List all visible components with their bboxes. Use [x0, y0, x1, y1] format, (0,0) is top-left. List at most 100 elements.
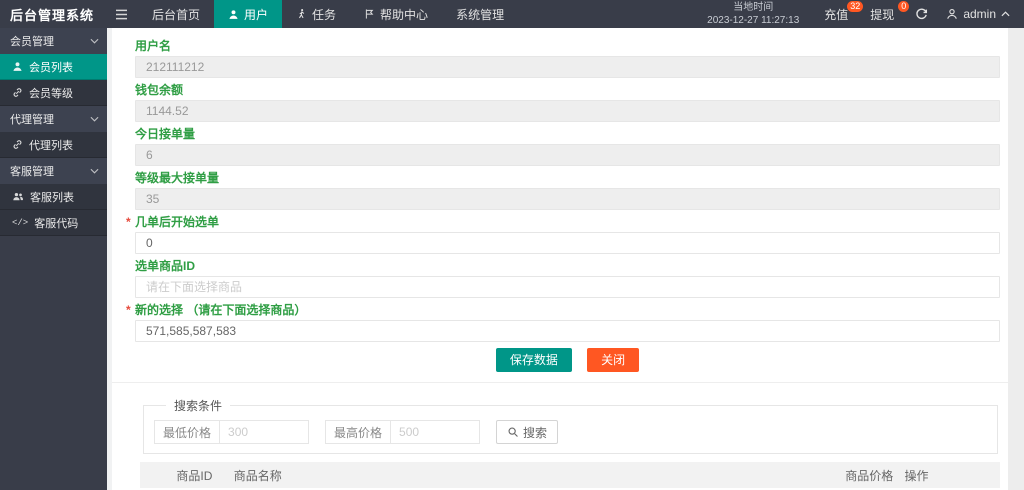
field-label: * 新的选择 （请在下面选择商品）: [126, 303, 307, 317]
topnav-item-label: 系统管理: [456, 7, 505, 22]
sidebar-item[interactable]: 代理列表: [0, 132, 107, 158]
app-title: 后台管理系统: [10, 7, 95, 23]
topnav-item-label: 帮助中心: [380, 7, 429, 22]
field-label: * 几单后开始选单: [126, 215, 220, 229]
person-icon: [12, 61, 23, 72]
form-field: 钱包余额: [135, 84, 1000, 122]
sidebar-item-label: 客服管理: [10, 166, 54, 178]
hamburger-icon[interactable]: [104, 0, 138, 28]
table-header-cell: 商品价格: [845, 468, 894, 483]
topnav: 后台首页 用户 任务 帮助中心 系统管理: [138, 0, 518, 28]
form-field: * 新的选择 （请在下面选择商品）: [126, 303, 1000, 342]
close-button[interactable]: 关闭: [587, 348, 640, 372]
local-time: 当地时间 2023-12-27 11:27:13: [707, 1, 799, 27]
table-header-cell: 操作: [904, 468, 929, 483]
search-legend: 搜索条件: [174, 399, 223, 413]
withdraw-button[interactable]: 提现 0: [859, 0, 910, 28]
local-time-value: 2023-12-27 11:27:13: [707, 15, 800, 26]
chevron-up-icon: [1001, 11, 1010, 17]
field-label: 钱包余额: [135, 83, 184, 97]
field-label: 等级最大接单量: [135, 171, 220, 185]
field-input: [135, 56, 1000, 78]
field-label: 用户名: [135, 39, 172, 53]
max-price-input[interactable]: [391, 421, 480, 443]
user-edit-form: 用户名钱包余额今日接单量等级最大接单量 *几单后开始选单选单商品ID *新的选择 （…: [126, 40, 1000, 342]
users-icon: [12, 191, 24, 202]
sidebar-item-label: 会员等级: [29, 87, 73, 100]
topnav-item-label: 用户: [244, 7, 269, 22]
form-field: 今日接单量: [135, 128, 1000, 166]
recharge-label: 充值: [824, 7, 849, 22]
form-field: 选单商品ID: [135, 260, 1000, 298]
section-divider: [112, 382, 1008, 383]
link-icon: [12, 87, 23, 98]
local-time-label: 当地时间: [733, 2, 774, 13]
scrollbar-track[interactable]: [1008, 28, 1024, 490]
sidebar-item-label: 代理管理: [10, 114, 54, 126]
min-price-label: 最低价格: [155, 421, 221, 443]
user-menu[interactable]: admin: [938, 7, 1024, 21]
field-input[interactable]: [135, 232, 1000, 254]
link-icon: [12, 139, 23, 150]
search-row: 最低价格 最高价格 搜索: [154, 420, 987, 444]
table-header-cell: 商品ID: [176, 468, 213, 483]
sidebar-item[interactable]: 客服管理: [0, 158, 107, 184]
topnav-item[interactable]: 帮助中心: [350, 0, 442, 28]
min-price-group: 最低价格: [154, 420, 310, 444]
sidebar-item-label: 会员列表: [29, 61, 73, 74]
walk-icon: [296, 8, 307, 20]
user-icon: [946, 8, 958, 20]
topnav-item[interactable]: 任务: [282, 0, 350, 28]
product-table: 商品ID商品名称商品价格操作✓571Asahi Ryokan 1D1N1.00替…: [140, 462, 1000, 490]
field-input: [135, 100, 1000, 122]
search-button[interactable]: 搜索: [496, 420, 559, 444]
username: admin: [963, 7, 996, 21]
field-label: 选单商品ID: [135, 259, 196, 273]
chevron-down-icon: [90, 168, 99, 174]
topnav-item-label: 后台首页: [152, 7, 201, 22]
topnav-item[interactable]: 后台首页: [138, 0, 214, 28]
topnav-item[interactable]: 系统管理: [442, 0, 518, 28]
form-field: * 几单后开始选单: [126, 215, 1000, 254]
sidebar-item-label: 代理列表: [29, 139, 73, 152]
sidebar-item-label: 客服代码: [34, 217, 79, 230]
sidebar-item[interactable]: 会员管理: [0, 28, 107, 54]
topnav-item-label: 任务: [312, 7, 337, 22]
field-label: 今日接单量: [135, 127, 196, 141]
sidebar-item[interactable]: 会员列表: [0, 54, 107, 80]
form-field: 用户名: [135, 40, 1000, 78]
topbar: 后台管理系统 后台首页 用户 任务 帮助中心 系统管理 当地时间 2023-12-27 …: [0, 0, 1024, 28]
sidebar-item[interactable]: 会员等级: [0, 80, 107, 106]
form-field: 等级最大接单量: [135, 172, 1000, 210]
table-header-cell: 商品名称: [233, 468, 282, 483]
withdraw-label: 提现: [870, 7, 895, 22]
sidebar: 会员管理会员列表会员等级代理管理代理列表客服管理客服列表 </> 客服代码: [0, 28, 107, 490]
refresh-icon[interactable]: [905, 7, 938, 21]
sidebar-item[interactable]: 客服列表: [0, 184, 107, 210]
required-asterisk: *: [126, 303, 131, 317]
field-input: [135, 144, 1000, 166]
sidebar-item[interactable]: </> 客服代码: [0, 210, 107, 236]
recharge-button[interactable]: 充值 32: [813, 0, 864, 28]
max-price-group: 最高价格: [325, 420, 481, 444]
required-asterisk: *: [126, 215, 131, 229]
chevron-down-icon: [90, 38, 99, 44]
field-input[interactable]: [135, 276, 1000, 298]
field-input: [135, 188, 1000, 210]
max-price-label: 最高价格: [326, 421, 392, 443]
min-price-input[interactable]: [220, 421, 309, 443]
topnav-item[interactable]: 用户: [214, 0, 283, 28]
search-icon: [507, 426, 519, 438]
sidebar-item-label: 会员管理: [10, 36, 54, 48]
person-icon: [228, 9, 239, 20]
sidebar-item-label: 客服列表: [30, 191, 74, 204]
flag-icon: [364, 8, 375, 20]
field-input[interactable]: [135, 320, 1000, 342]
search-button-label: 搜索: [523, 425, 548, 440]
code-icon: </>: [12, 217, 29, 228]
topbar-right: 当地时间 2023-12-27 11:27:13 充值 32 提现 0 admi…: [707, 0, 1024, 28]
sidebar-item[interactable]: 代理管理: [0, 106, 107, 132]
search-panel: 搜索条件 最低价格 最高价格 搜索: [143, 397, 998, 454]
save-button[interactable]: 保存数据: [495, 348, 572, 372]
chevron-down-icon: [90, 116, 99, 122]
